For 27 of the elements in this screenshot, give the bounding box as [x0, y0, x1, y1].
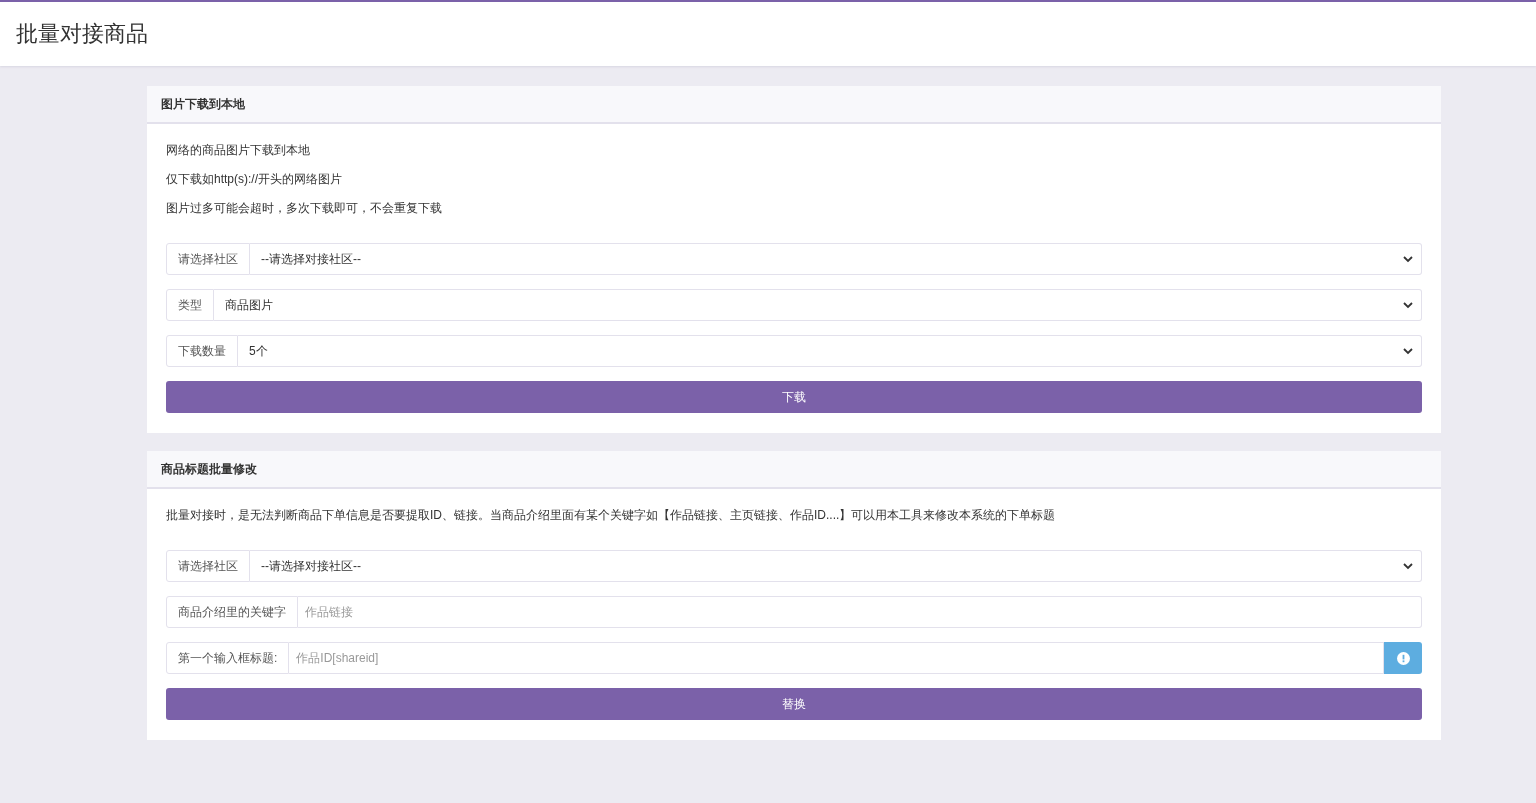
submit-button[interactable]: 替换 [166, 688, 1422, 720]
chevron-down-icon [1403, 562, 1413, 570]
field-label: 第一个输入框标题: [166, 642, 290, 674]
input-field[interactable]: 作品链接 [298, 596, 1422, 628]
info-text: 网络的商品图片下载到本地 [166, 142, 311, 158]
chevron-down-icon [1403, 255, 1413, 263]
field-label: 请选择社区 [166, 550, 250, 582]
select-field[interactable]: 商品图片 [214, 289, 1422, 321]
field-label: 下载数量 [166, 335, 238, 367]
info-button[interactable] [1384, 642, 1422, 674]
select-field[interactable]: --请选择对接社区-- [250, 550, 1422, 582]
panel-title: 图片下载到本地 [161, 95, 245, 113]
info-text: 仅下载如http(s)://开头的网络图片 [166, 171, 343, 187]
field-label: 类型 [166, 289, 214, 321]
input-field[interactable]: 作品ID[shareid] [289, 642, 1384, 674]
exclamation-icon [1396, 651, 1410, 665]
chevron-down-icon [1403, 347, 1413, 355]
field-label: 请选择社区 [166, 243, 250, 275]
info-text: 批量对接时，是无法判断商品下单信息是否要提取ID、链接。当商品介绍里面有某个关键字如【作品链接、主页链接、作品ID....】可以用本工具来修改本系统的下单标题 [166, 507, 1057, 523]
chevron-down-icon [1403, 301, 1413, 309]
field-label: 商品介绍里的关键字 [166, 596, 298, 628]
select-field[interactable]: --请选择对接社区-- [250, 243, 1422, 275]
submit-button[interactable]: 下载 [166, 381, 1422, 413]
info-text: 图片过多可能会超时，多次下载即可，不会重复下载 [166, 200, 443, 216]
page-title: 批量对接商品 [16, 20, 148, 48]
select-field[interactable]: 5个 [238, 335, 1422, 367]
panel-title: 商品标题批量修改 [161, 460, 257, 478]
